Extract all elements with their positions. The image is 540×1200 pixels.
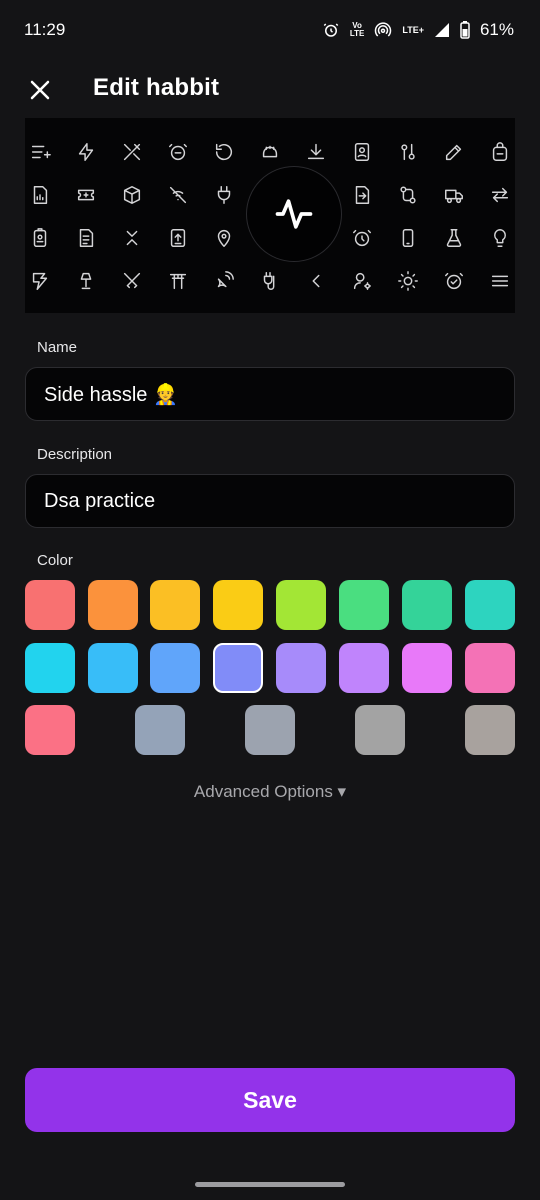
- color-swatch[interactable]: [339, 643, 389, 693]
- color-swatch[interactable]: [88, 580, 138, 630]
- no-signal-icon[interactable]: [158, 175, 198, 215]
- selected-icon-preview[interactable]: [246, 166, 342, 262]
- alarm-minus-icon[interactable]: [158, 132, 198, 172]
- advanced-options-toggle[interactable]: Advanced Options ▾: [0, 782, 540, 802]
- activity-icon: [275, 199, 313, 229]
- color-swatch[interactable]: [150, 580, 200, 630]
- color-swatch[interactable]: [245, 705, 295, 755]
- battery-icon: [460, 21, 470, 39]
- report-icon[interactable]: [25, 175, 60, 215]
- color-swatch[interactable]: [135, 705, 185, 755]
- bulb-icon[interactable]: [480, 218, 515, 258]
- name-label: Name: [37, 339, 78, 356]
- color-label: Color: [37, 552, 73, 569]
- color-swatch[interactable]: [402, 580, 452, 630]
- color-swatch[interactable]: [150, 643, 200, 693]
- close-button[interactable]: [26, 76, 54, 104]
- chevron-left-icon[interactable]: [296, 261, 336, 301]
- save-button[interactable]: Save: [25, 1068, 515, 1132]
- icon-picker-grid[interactable]: [25, 118, 515, 313]
- id-badge-icon[interactable]: [25, 218, 60, 258]
- color-swatch[interactable]: [25, 643, 75, 693]
- color-swatch[interactable]: [213, 643, 263, 693]
- plug-cable-icon[interactable]: [250, 261, 290, 301]
- truck-icon[interactable]: [434, 175, 474, 215]
- status-time: 11:29: [24, 20, 66, 39]
- app-header: Edit habbit: [0, 60, 540, 118]
- list-add-icon[interactable]: [25, 132, 60, 172]
- color-swatch[interactable]: [276, 643, 326, 693]
- color-swatch[interactable]: [213, 580, 263, 630]
- tools-cross-icon[interactable]: [112, 132, 152, 172]
- file-text-icon[interactable]: [66, 218, 106, 258]
- color-swatch[interactable]: [465, 643, 515, 693]
- route-icon[interactable]: [388, 175, 428, 215]
- package-icon[interactable]: [112, 175, 152, 215]
- name-input[interactable]: Side hassle 👷: [25, 367, 515, 421]
- network-type-label: LTE+: [402, 25, 424, 35]
- satellite-icon[interactable]: [204, 261, 244, 301]
- swords-icon[interactable]: [112, 261, 152, 301]
- arrows-exchange-icon[interactable]: [480, 175, 515, 215]
- color-swatch[interactable]: [25, 580, 75, 630]
- volte-icon: Vo LTE: [349, 21, 365, 38]
- close-icon: [30, 80, 50, 100]
- backpack-icon[interactable]: [480, 132, 515, 172]
- torii-icon[interactable]: [158, 261, 198, 301]
- signal-icon: [434, 22, 450, 38]
- ticket-icon[interactable]: [66, 175, 106, 215]
- map-pin-icon[interactable]: [204, 218, 244, 258]
- color-swatch[interactable]: [339, 580, 389, 630]
- menu-icon[interactable]: [480, 261, 515, 301]
- color-swatch[interactable]: [402, 643, 452, 693]
- alarm-icon[interactable]: [342, 218, 382, 258]
- plug-icon[interactable]: [204, 175, 244, 215]
- status-bar: 11:29 Vo LTE LTE+ 61%: [0, 0, 540, 60]
- bolt-icon[interactable]: [66, 132, 106, 172]
- color-swatch[interactable]: [88, 643, 138, 693]
- color-swatch[interactable]: [465, 705, 515, 755]
- user-settings-icon[interactable]: [342, 261, 382, 301]
- device-mobile-icon[interactable]: [388, 218, 428, 258]
- sun-icon[interactable]: [388, 261, 428, 301]
- description-label: Description: [37, 446, 113, 463]
- home-indicator[interactable]: [195, 1182, 345, 1187]
- alarm-icon: [322, 21, 340, 39]
- transform-icon[interactable]: [25, 261, 60, 301]
- adjustments-icon[interactable]: [388, 132, 428, 172]
- selector-icon[interactable]: [112, 218, 152, 258]
- page-title: Edit habbit: [93, 74, 220, 101]
- lamp-icon[interactable]: [66, 261, 106, 301]
- file-export-icon[interactable]: [342, 175, 382, 215]
- color-swatch[interactable]: [355, 705, 405, 755]
- description-input[interactable]: Dsa practice: [25, 474, 515, 528]
- color-swatch[interactable]: [465, 580, 515, 630]
- alarm-check-icon[interactable]: [434, 261, 474, 301]
- color-swatch[interactable]: [276, 580, 326, 630]
- battery-percent: 61%: [479, 20, 514, 39]
- flask-icon[interactable]: [434, 218, 474, 258]
- upload-book-icon[interactable]: [158, 218, 198, 258]
- color-swatch[interactable]: [25, 705, 75, 755]
- pencil-icon[interactable]: [434, 132, 474, 172]
- hotspot-icon: [374, 21, 392, 39]
- status-icons: Vo LTE LTE+ 61%: [322, 20, 514, 40]
- contact-book-icon[interactable]: [342, 132, 382, 172]
- refresh-icon[interactable]: [204, 132, 244, 172]
